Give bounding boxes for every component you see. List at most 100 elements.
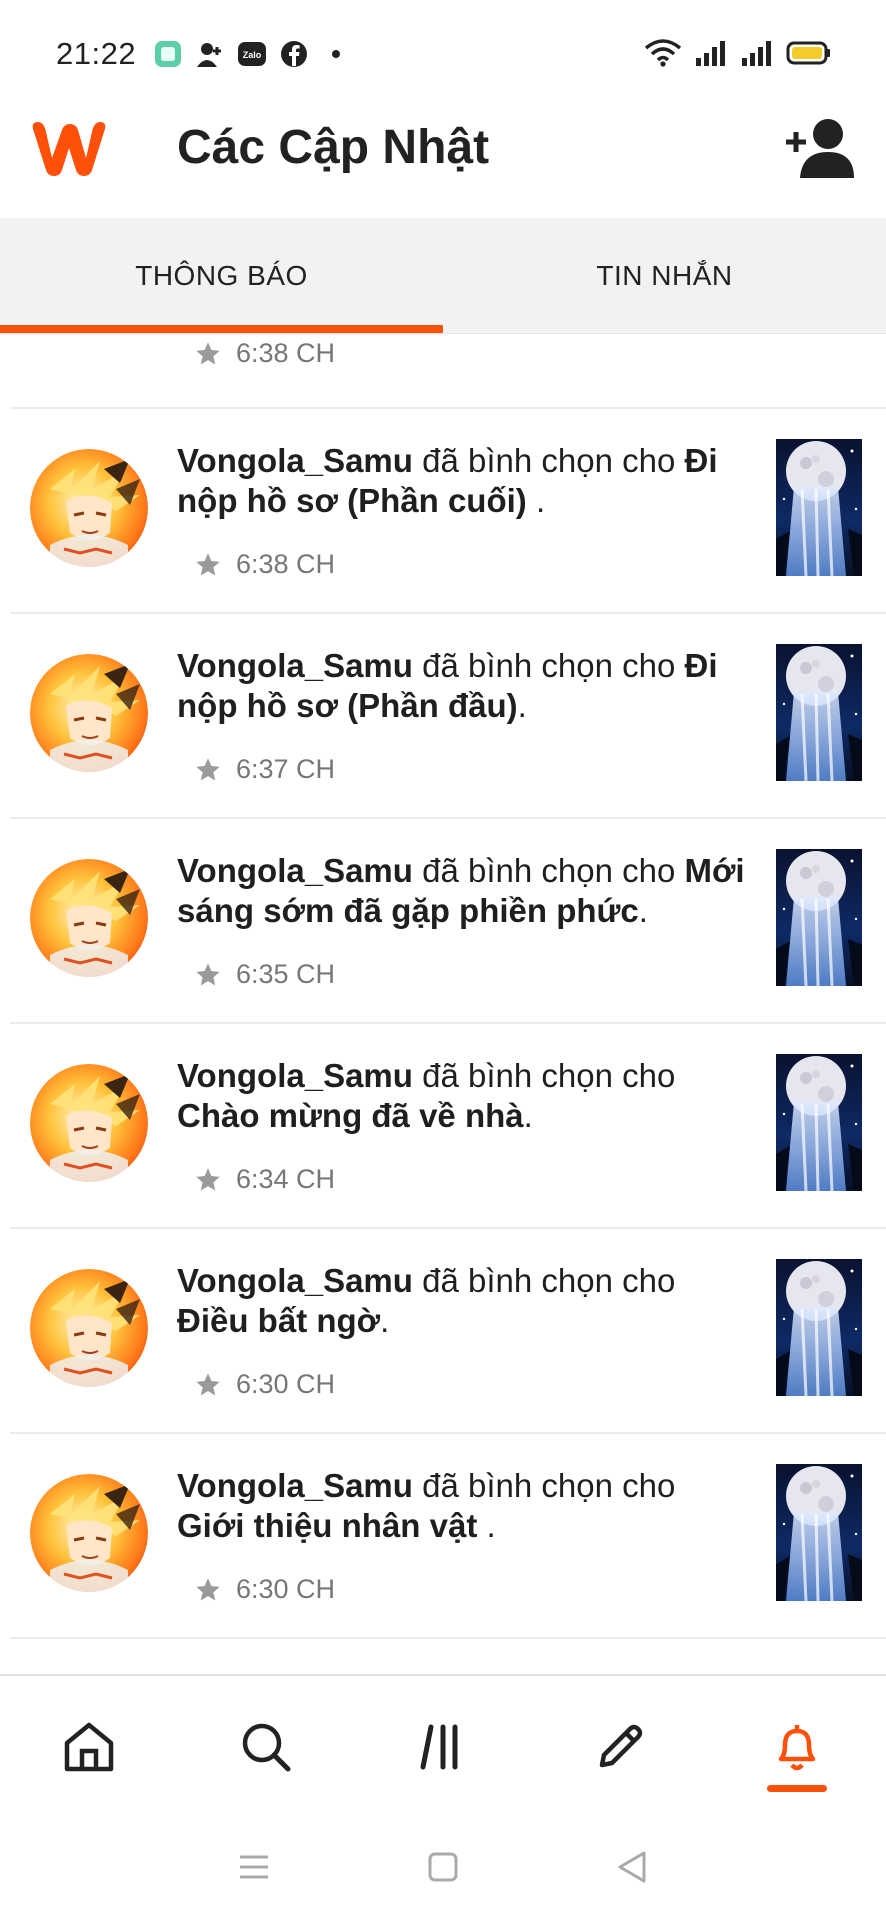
battery-icon [786,38,832,73]
search-icon [242,1723,291,1772]
list-item[interactable]: Vongola_Samu đã bình chọn cho Đi nộp hồ … [10,614,886,819]
add-friend-icon[interactable] [784,116,856,180]
zalo-icon: Zalo [236,38,268,70]
user-avatar[interactable] [30,1474,148,1592]
item-meta: 6:37 CH [194,754,335,785]
story-cover-thumbnail[interactable] [776,1259,862,1396]
vote-star-icon [194,551,222,579]
notification-text: Vongola_Samu đã bình chọn cho Đi nộp hồ … [177,646,747,726]
username[interactable]: Vongola_Samu [177,647,413,684]
zalo-label: Zalo [243,50,262,60]
chat-app-icon [152,38,184,70]
status-time: 21:22 [56,36,137,71]
back-triangle-icon[interactable] [612,1847,652,1892]
action-text: đã bình chọn cho [412,1467,676,1504]
title-suffix: . [380,1302,390,1339]
notification-text: Vongola_Samu đã bình chọn cho Đi nộp hồ … [177,441,747,521]
action-text: đã bình chọn cho [412,852,685,889]
notification-list[interactable]: 6:38 CH Vongola_Samu đã bình chọn cho Đi… [0,334,886,1674]
app-header: Các Cập Nhật [0,106,886,218]
wattpad-logo-icon[interactable] [28,118,108,182]
story-title[interactable]: Chào mừng đã về nhà [177,1097,524,1134]
notification-text: Vongola_Samu đã bình chọn cho Điều bất n… [177,1261,747,1341]
story-cover-thumbnail[interactable] [776,644,862,781]
list-item-partial[interactable]: 6:38 CH [10,334,886,409]
status-notification-icons: Zalo [152,38,352,70]
story-title[interactable]: Điều bất ngờ [177,1302,380,1339]
title-suffix: . [477,1507,496,1544]
item-meta: 6:35 CH [194,959,335,990]
page-title: Các Cập Nhật [177,121,490,174]
title-suffix: . [638,892,648,929]
vote-star-icon [194,961,222,989]
nav-notifications[interactable] [709,1676,886,1818]
user-avatar[interactable] [30,859,148,977]
username[interactable]: Vongola_Samu [177,442,413,479]
status-bar: 21:22 Zalo [0,0,886,106]
add-contact-icon [194,38,226,70]
vote-star-icon [194,756,222,784]
username[interactable]: Vongola_Samu [177,1057,413,1094]
tab-notifications[interactable]: THÔNG BÁO [0,218,443,333]
story-cover-thumbnail[interactable] [776,849,862,986]
recents-icon[interactable] [234,1847,274,1892]
action-text: đã bình chọn cho [412,1057,676,1094]
username[interactable]: Vongola_Samu [177,1467,413,1504]
bottom-navigation [0,1674,886,1818]
vote-star-icon [194,1166,222,1194]
item-time: 6:30 CH [236,1574,336,1604]
action-text: đã bình chọn cho [412,1262,676,1299]
wifi-icon [644,38,682,73]
nav-search[interactable] [177,1676,354,1818]
user-avatar[interactable] [30,1269,148,1387]
signal-1-icon [694,38,728,73]
title-suffix: . [526,482,546,519]
notification-text: Vongola_Samu đã bình chọn cho Chào mừng … [177,1056,747,1136]
notifications-bell-icon [779,1725,816,1771]
list-item[interactable]: Vongola_Samu đã bình chọn cho Mới sáng s… [10,819,886,1024]
facebook-icon [278,38,310,70]
notification-text: Vongola_Samu đã bình chọn cho Mới sáng s… [177,851,747,931]
username[interactable]: Vongola_Samu [177,852,413,889]
item-time: 6:30 CH [236,1369,336,1399]
title-suffix: . [523,1097,533,1134]
item-time: 6:38 CH [236,338,336,368]
user-avatar[interactable] [30,449,148,567]
action-text: đã bình chọn cho [412,442,685,479]
story-cover-thumbnail[interactable] [776,1464,862,1601]
user-avatar[interactable] [30,1064,148,1182]
item-meta: 6:30 CH [194,1369,335,1400]
item-time: 6:37 CH [236,754,336,784]
list-item[interactable]: Vongola_Samu đã bình chọn cho Giới thiệu… [10,1434,886,1639]
vote-star-icon [194,1576,222,1604]
vote-star-icon [194,1371,222,1399]
notification-text: Vongola_Samu đã bình chọn cho Giới thiệu… [177,1466,747,1546]
story-title[interactable]: Giới thiệu nhân vật [177,1507,477,1544]
tab-messages[interactable]: TIN NHẮN [443,218,886,333]
nav-home[interactable] [0,1676,177,1818]
title-suffix: . [517,687,527,724]
write-icon [599,1724,643,1768]
list-item[interactable]: Vongola_Samu đã bình chọn cho Điều bất n… [10,1229,886,1434]
tab-bar: THÔNG BÁO TIN NHẮN [0,218,886,334]
vote-star-icon [194,340,222,368]
user-avatar[interactable] [30,654,148,772]
home-square-icon[interactable] [423,1847,463,1892]
nav-library[interactable] [354,1676,531,1818]
item-time: 6:38 CH [236,549,336,579]
list-item[interactable]: Vongola_Samu đã bình chọn cho Chào mừng … [10,1024,886,1229]
item-meta: 6:38 CH [194,338,335,369]
username[interactable]: Vongola_Samu [177,1262,413,1299]
story-cover-thumbnail[interactable] [776,439,862,576]
story-cover-thumbnail[interactable] [776,1054,862,1191]
list-item[interactable]: Vongola_Samu đã bình chọn cho Đi nộp hồ … [10,409,886,614]
item-time: 6:34 CH [236,1164,336,1194]
system-navigation-bar [0,1818,886,1920]
item-meta: 6:34 CH [194,1164,335,1195]
item-meta: 6:30 CH [194,1574,335,1605]
item-meta: 6:38 CH [194,549,335,580]
action-text: đã bình chọn cho [412,647,685,684]
nav-write[interactable] [532,1676,709,1818]
status-system-icons [644,38,832,73]
more-dot-icon [320,38,352,70]
